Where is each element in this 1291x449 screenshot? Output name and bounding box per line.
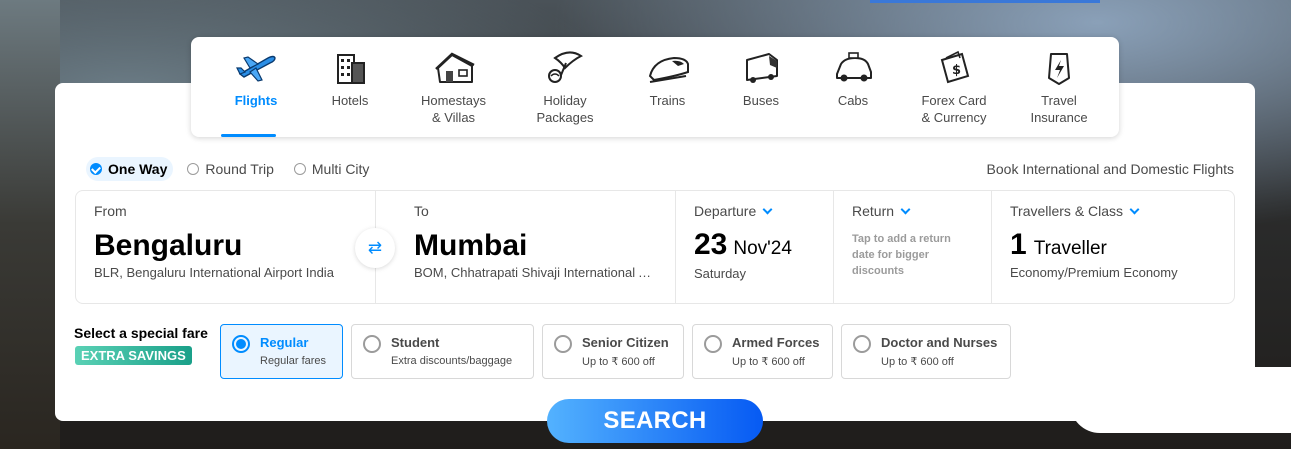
fare-title: Armed Forces xyxy=(732,335,820,350)
radio-icon xyxy=(187,163,200,175)
nav-label: Buses xyxy=(742,93,780,108)
nav-item-forex[interactable]: $ Forex Card & Currency xyxy=(899,37,1009,137)
fare-option-armed-forces[interactable]: Armed Forces Up to ₹ 600 off xyxy=(692,324,833,379)
from-city: Bengaluru xyxy=(94,229,243,262)
to-airport: BOM, Chhatrapati Shivaji International A… xyxy=(414,265,657,280)
trip-option-label: Multi City xyxy=(311,161,370,177)
product-nav: Flights Hotels Homestays & Villas Holiday… xyxy=(191,37,1119,137)
checked-radio-icon xyxy=(90,163,102,175)
travellers-class-field[interactable]: Travellers & Class 1 Traveller Economy/P… xyxy=(992,191,1234,303)
nav-label: Homestays & Villas xyxy=(420,93,487,125)
checked-radio-icon xyxy=(232,335,250,353)
radio-icon xyxy=(293,163,306,175)
trip-option-round-trip[interactable]: Round Trip xyxy=(183,157,279,181)
return-label-text: Return xyxy=(852,203,895,219)
background-waterfall xyxy=(0,0,60,449)
traveller-unit: Traveller xyxy=(1033,238,1107,259)
radio-icon xyxy=(554,335,572,353)
beach-umbrella-icon xyxy=(548,51,583,83)
floating-widget[interactable] xyxy=(1070,367,1291,433)
car-icon xyxy=(836,52,872,82)
nav-label: Cabs xyxy=(837,93,869,108)
trip-option-multi-city[interactable]: Multi City xyxy=(290,157,376,181)
bus-icon xyxy=(746,53,778,83)
house-icon xyxy=(434,52,475,83)
nav-label: Holiday Packages xyxy=(536,93,594,125)
traveller-count: 1 xyxy=(1010,228,1027,261)
special-fare-label: Select a special fare xyxy=(74,325,208,341)
top-accent-strip xyxy=(870,0,1100,3)
extra-savings-badge: EXTRA SAVINGS xyxy=(75,346,192,365)
travel-class: Economy/Premium Economy xyxy=(1010,265,1178,280)
nav-label: Forex Card & Currency xyxy=(921,93,987,125)
train-icon xyxy=(648,56,689,83)
nav-item-trains[interactable]: Trains xyxy=(620,37,715,137)
fare-title: Doctor and Nurses xyxy=(881,335,998,350)
chevron-down-icon xyxy=(762,204,773,214)
travellers-label: Travellers & Class xyxy=(1010,203,1216,219)
trip-option-label: Round Trip xyxy=(205,161,274,177)
chevron-down-icon xyxy=(900,204,911,214)
fare-subtitle: Regular fares xyxy=(260,355,327,367)
nav-item-buses[interactable]: Buses xyxy=(715,37,807,137)
to-field[interactable]: To Mumbai BOM, Chhatrapati Shivaji Inter… xyxy=(376,191,676,303)
search-button[interactable]: SEARCH xyxy=(547,399,763,443)
from-label: From xyxy=(94,203,127,219)
from-field[interactable]: From Bengaluru BLR, Bengaluru Internatio… xyxy=(76,191,395,303)
fare-option-doctor-nurses[interactable]: Doctor and Nurses Up to ₹ 600 off xyxy=(841,324,1011,379)
departure-weekday: Saturday xyxy=(694,266,747,281)
fare-option-senior-citizen[interactable]: Senior Citizen Up to ₹ 600 off xyxy=(542,324,684,379)
departure-month: Nov'24 xyxy=(733,238,792,259)
nav-label: Trains xyxy=(649,93,686,108)
nav-item-flights[interactable]: Flights xyxy=(209,37,303,137)
trip-option-label: One Way xyxy=(108,161,168,177)
forex-card-icon: $ xyxy=(940,50,970,84)
radio-icon xyxy=(853,335,871,353)
svg-text:$: $ xyxy=(952,63,961,78)
swap-cities-button[interactable]: ⇄ xyxy=(355,228,395,268)
fare-title: Senior Citizen xyxy=(582,335,669,350)
book-flights-text: Book International and Domestic Flights xyxy=(986,161,1234,177)
nav-label: Travel Insurance xyxy=(1030,93,1088,125)
fare-option-student[interactable]: Student Extra discounts/baggage xyxy=(351,324,534,379)
nav-item-cabs[interactable]: Cabs xyxy=(807,37,899,137)
fare-subtitle: Up to ₹ 600 off xyxy=(582,356,655,368)
fare-title: Regular xyxy=(260,335,309,350)
travellers-label-text: Travellers & Class xyxy=(1010,203,1124,219)
return-label: Return xyxy=(852,203,973,219)
radio-icon xyxy=(704,335,722,353)
fare-option-regular[interactable]: Regular Regular fares xyxy=(220,324,343,379)
nav-label: Hotels xyxy=(331,93,369,108)
to-city: Mumbai xyxy=(414,229,528,262)
nav-item-homestays[interactable]: Homestays & Villas xyxy=(397,37,510,137)
nav-label: Flights xyxy=(234,93,278,108)
radio-icon xyxy=(363,335,381,353)
nav-item-travel-insurance[interactable]: Travel Insurance xyxy=(1009,37,1109,137)
special-fare-options: Regular Regular fares Student Extra disc… xyxy=(220,324,1019,379)
swap-arrows-icon: ⇄ xyxy=(367,238,383,257)
fare-subtitle: Up to ₹ 600 off xyxy=(881,356,954,368)
departure-day: 23 xyxy=(694,228,728,261)
return-hint: Tap to add a return date for bigger disc… xyxy=(852,233,951,277)
return-field[interactable]: Return Tap to add a return date for bigg… xyxy=(834,191,992,303)
departure-field[interactable]: Departure 23 Nov'24 Saturday xyxy=(676,191,834,303)
airplane-icon xyxy=(236,55,276,82)
nav-item-hotels[interactable]: Hotels xyxy=(303,37,397,137)
fare-subtitle: Extra discounts/baggage xyxy=(391,355,513,367)
search-fields-row: From Bengaluru BLR, Bengaluru Internatio… xyxy=(75,190,1235,304)
fare-title: Student xyxy=(391,335,440,350)
departure-label-text: Departure xyxy=(694,203,757,219)
trip-option-one-way[interactable]: One Way xyxy=(86,157,174,181)
trip-type-selector: One Way Round Trip Multi City xyxy=(86,157,385,181)
nav-item-holiday-packages[interactable]: Holiday Packages xyxy=(510,37,620,137)
chevron-down-icon xyxy=(1129,204,1140,214)
hotel-building-icon xyxy=(337,54,365,84)
insurance-shield-icon xyxy=(1048,53,1070,85)
fare-subtitle: Up to ₹ 600 off xyxy=(732,356,805,368)
to-label: To xyxy=(414,203,429,219)
from-airport: BLR, Bengaluru International Airport Ind… xyxy=(94,265,334,280)
departure-label: Departure xyxy=(694,203,815,219)
